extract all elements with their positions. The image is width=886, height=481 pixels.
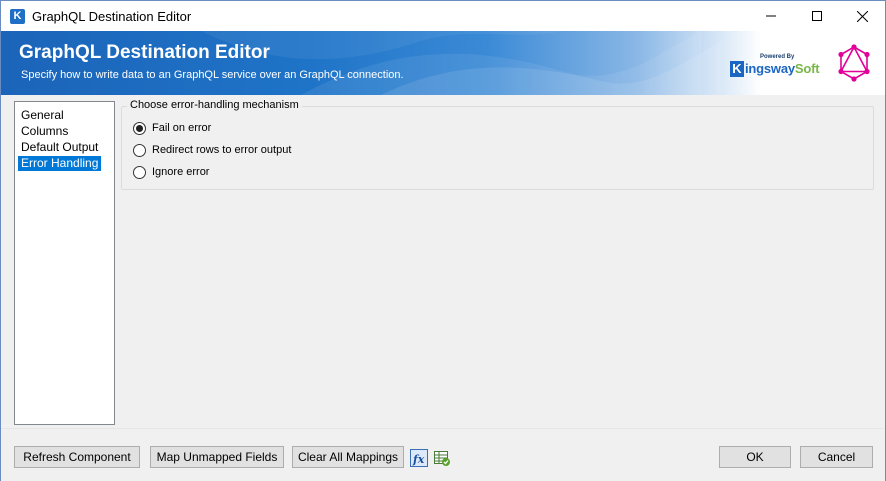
radio-button[interactable]: [133, 165, 146, 179]
maximize-button[interactable]: [794, 1, 840, 31]
banner-subtitle: Specify how to write data to an GraphQL …: [21, 69, 404, 81]
kingswaysoft-logo: Powered By K ingswaySoft: [728, 51, 823, 83]
error-handling-group-label: Choose error-handling mechanism: [127, 99, 302, 111]
refresh-component-button[interactable]: Refresh Component: [14, 446, 140, 468]
page-nav-list[interactable]: General Columns Default Output Error Han…: [14, 101, 115, 425]
kingsway-k-mark: K: [730, 61, 744, 77]
ok-button[interactable]: OK: [719, 446, 791, 468]
nav-item-error-handling[interactable]: Error Handling: [18, 156, 102, 171]
kingsway-app-icon: K: [10, 9, 25, 24]
expression-fx-icon[interactable]: fx: [410, 449, 428, 467]
nav-item-default-output[interactable]: Default Output: [18, 140, 101, 155]
radio-button[interactable]: [133, 143, 146, 157]
graphql-logo-icon: [838, 44, 870, 82]
banner-title: GraphQL Destination Editor: [19, 42, 270, 63]
map-unmapped-fields-button[interactable]: Map Unmapped Fields: [150, 446, 284, 468]
kingsway-wordmark: ingswaySoft: [745, 61, 820, 76]
option-label: Redirect rows to error output: [152, 144, 292, 156]
option-redirect-rows[interactable]: Redirect rows to error output: [133, 142, 291, 158]
nav-item-general[interactable]: General: [18, 108, 67, 123]
svg-text:fx: fx: [412, 453, 425, 466]
option-label: Fail on error: [152, 122, 212, 134]
radio-button-checked[interactable]: [133, 121, 146, 135]
option-ignore-error[interactable]: Ignore error: [133, 164, 209, 180]
option-label: Ignore error: [152, 166, 210, 178]
clear-all-mappings-button[interactable]: Clear All Mappings: [292, 446, 404, 468]
close-button[interactable]: [839, 1, 885, 31]
table-mapping-icon[interactable]: [433, 449, 451, 467]
editor-window: K GraphQL Destination Editor GraphQL Des…: [0, 0, 886, 481]
minimize-icon: [766, 15, 776, 17]
minimize-button[interactable]: [748, 1, 794, 31]
close-icon: [856, 10, 868, 22]
window-title: GraphQL Destination Editor: [32, 9, 192, 24]
nav-item-columns[interactable]: Columns: [18, 124, 71, 139]
header-banner: GraphQL Destination Editor Specify how t…: [1, 31, 885, 95]
title-bar: K GraphQL Destination Editor: [1, 1, 885, 31]
powered-by-label: Powered By: [760, 54, 795, 60]
option-fail-on-error[interactable]: Fail on error: [133, 120, 211, 136]
cancel-button[interactable]: Cancel: [800, 446, 873, 468]
maximize-icon: [812, 11, 822, 21]
